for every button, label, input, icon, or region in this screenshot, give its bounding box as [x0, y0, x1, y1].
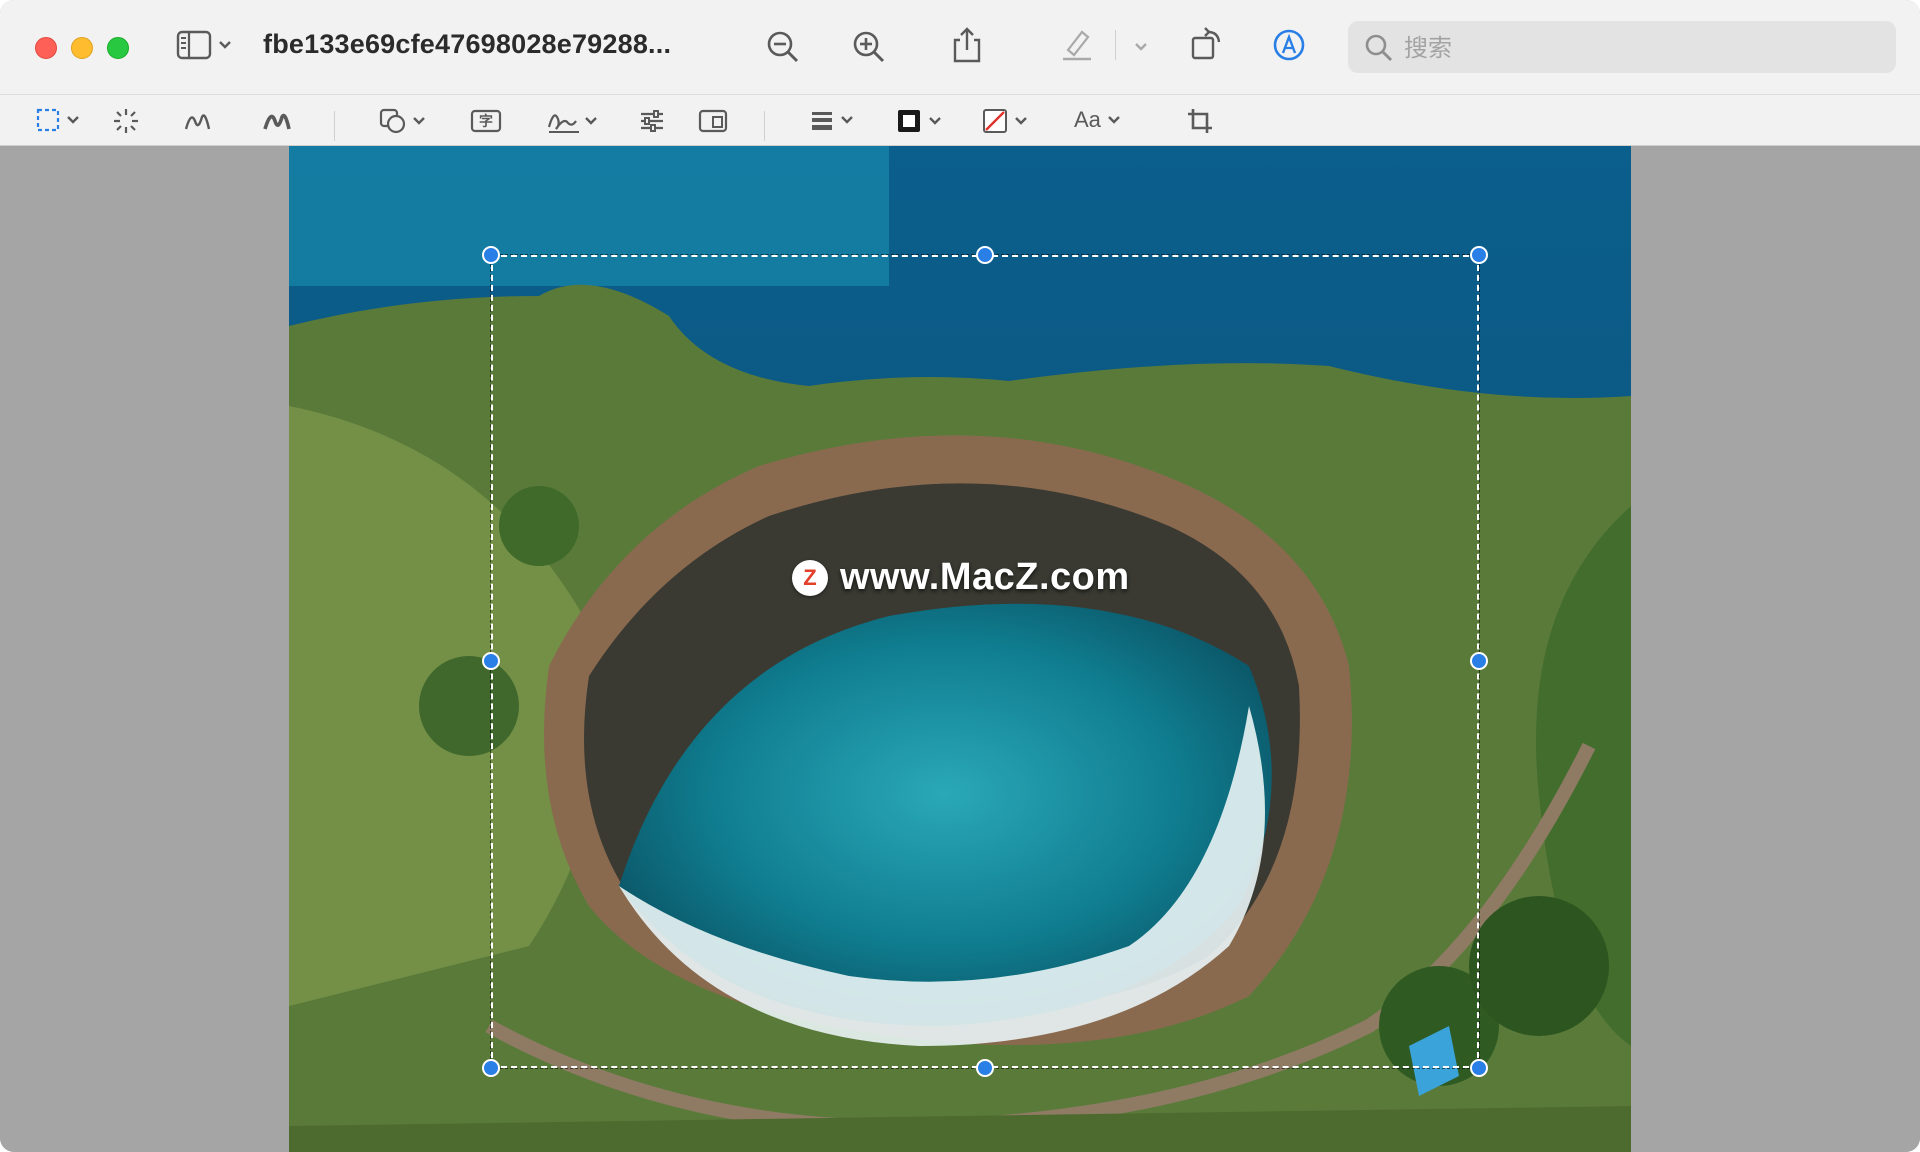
toolbar-divider [764, 111, 765, 141]
text-style-label: Aa [1074, 107, 1101, 132]
sliders-icon [638, 107, 666, 135]
chevron-down-icon [840, 115, 854, 125]
chevron-down-icon [584, 116, 598, 126]
chevron-down-icon [1014, 116, 1028, 126]
chevron-down-icon [1107, 115, 1121, 125]
highlight-options-button[interactable] [1134, 42, 1148, 52]
watermark-text: www.MacZ.com [840, 556, 1130, 598]
text-box-button[interactable]: 字 [470, 108, 502, 134]
line-weight-icon [810, 109, 834, 131]
instant-alpha-button[interactable] [112, 107, 140, 135]
toolbar-divider [1115, 30, 1116, 60]
border-color-button[interactable] [896, 108, 942, 134]
text-box-glyph: 字 [479, 114, 493, 130]
draw-tool-button[interactable] [262, 107, 292, 135]
selection-handle-top-left[interactable] [482, 246, 500, 264]
highlight-pen-icon [1060, 26, 1094, 62]
shapes-icon [378, 107, 408, 135]
search-icon [1364, 33, 1394, 68]
rotate-icon [1190, 26, 1224, 62]
markup-toggle-button[interactable] [1272, 28, 1306, 62]
fullscreen-window-button[interactable] [107, 37, 129, 59]
zoom-in-icon [852, 30, 886, 64]
signature-button[interactable] [546, 107, 598, 135]
sketch-tool-button[interactable] [183, 107, 213, 135]
text-style-button[interactable]: Aa [1074, 107, 1121, 133]
titlebar: fbe133e69cfe47698028e79288... [0, 0, 1920, 95]
sidebar-icon [176, 29, 212, 61]
crop-icon [1186, 107, 1214, 135]
rotate-button[interactable] [1190, 26, 1224, 62]
markup-toolbar: 字 Aa [0, 95, 1920, 146]
chevron-down-icon [928, 116, 942, 126]
rectangular-selection-icon [36, 108, 60, 132]
shapes-button[interactable] [378, 107, 426, 135]
sketch-icon [183, 107, 213, 135]
chevron-down-icon [412, 116, 426, 126]
resize-icon [698, 107, 728, 135]
adjust-color-button[interactable] [638, 107, 666, 135]
toolbar-divider [334, 111, 335, 141]
minimize-window-button[interactable] [71, 37, 93, 59]
zoom-in-button[interactable] [852, 30, 886, 64]
zoom-out-icon [766, 30, 800, 64]
selection-handle-top-right[interactable] [1470, 246, 1488, 264]
fill-color-button[interactable] [982, 108, 1028, 134]
adjust-size-button[interactable] [698, 107, 728, 135]
selection-handle-top-center[interactable] [976, 246, 994, 264]
watermark: Z www.MacZ.com [792, 556, 1130, 599]
share-button[interactable] [951, 26, 983, 64]
zoom-out-button[interactable] [766, 30, 800, 64]
draw-icon [262, 107, 292, 135]
selection-tool-button[interactable] [36, 108, 80, 132]
chevron-down-icon [66, 115, 80, 125]
border-color-icon [896, 108, 922, 134]
document-title: fbe133e69cfe47698028e79288... [263, 29, 672, 59]
watermark-logo: Z [792, 559, 828, 596]
selection-handle-middle-left[interactable] [482, 652, 500, 670]
sidebar-toggle-button[interactable] [176, 29, 232, 61]
close-window-button[interactable] [35, 37, 57, 59]
signature-icon [546, 107, 582, 135]
magic-wand-icon [112, 107, 140, 135]
preview-window: fbe133e69cfe47698028e79288... 搜索 字 Aa Z … [0, 0, 1920, 1152]
chevron-down-icon [1134, 42, 1148, 52]
search-field[interactable] [1348, 21, 1896, 73]
selection-handle-bottom-center[interactable] [976, 1059, 994, 1077]
no-fill-icon [982, 108, 1008, 134]
crop-button[interactable] [1186, 107, 1214, 135]
line-style-button[interactable] [810, 109, 854, 131]
selection-rectangle[interactable] [490, 254, 1480, 1069]
selection-handle-bottom-left[interactable] [482, 1059, 500, 1077]
share-icon [951, 26, 983, 64]
chevron-down-icon [218, 40, 232, 50]
markup-icon [1272, 28, 1306, 62]
selection-handle-bottom-right[interactable] [1470, 1059, 1488, 1077]
highlight-button[interactable] [1060, 26, 1094, 62]
search-input[interactable] [1402, 29, 1876, 67]
selection-handle-middle-right[interactable] [1470, 652, 1488, 670]
